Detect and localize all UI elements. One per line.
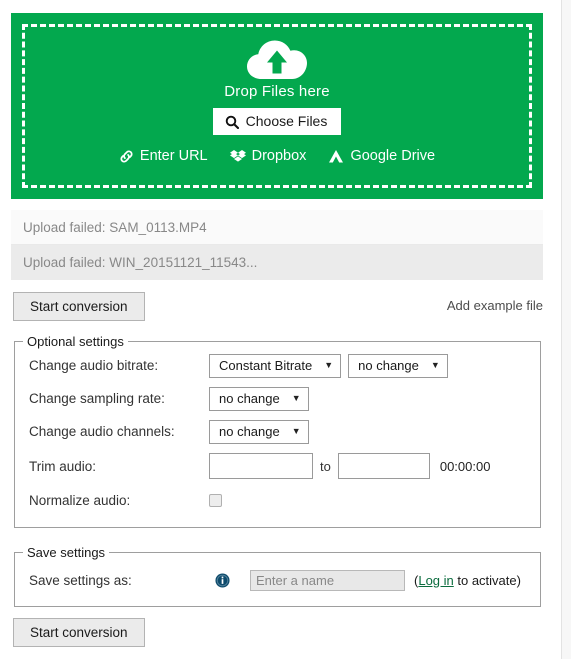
google-drive-icon (329, 149, 344, 163)
change-audio-bitrate-label: Change audio bitrate: (29, 358, 159, 373)
bitrate-mode-value: Constant Bitrate (219, 358, 313, 373)
optional-settings-panel: Optional settings Change audio bitrate: … (14, 334, 541, 528)
row-save-settings-as: Save settings as: (Log in to activate) (15, 560, 540, 600)
row-change-sampling-rate: Change sampling rate: no change ▼ (15, 382, 540, 415)
normalize-audio-label: Normalize audio: (29, 493, 131, 508)
row-trim-audio: Trim audio: to 00:00:00 (15, 448, 540, 484)
save-settings-legend: Save settings (27, 545, 106, 560)
change-audio-channels-label: Change audio channels: (29, 424, 175, 439)
save-settings-name-input[interactable] (250, 569, 405, 591)
row-normalize-audio: Normalize audio: (15, 484, 540, 517)
row-change-audio-channels: Change audio channels: no change ▼ (15, 415, 540, 448)
trim-duration-value: 00:00:00 (439, 458, 491, 474)
enter-url-label: Enter URL (139, 148, 208, 165)
search-icon (225, 115, 239, 129)
chevron-down-icon: ▼ (291, 393, 301, 403)
upload-row[interactable]: Upload failed: SAM_0113.MP4 (11, 210, 543, 245)
note-rest-text: to activate) (453, 572, 521, 588)
audio-channels-select[interactable]: no change ▼ (209, 419, 309, 444)
cloud-upload-icon (247, 40, 307, 79)
login-to-activate-note: (Log in to activate) (414, 573, 521, 588)
trim-separator-label: to (320, 458, 331, 474)
upload-status-text: Upload failed: SAM_0113.MP4 (23, 219, 207, 235)
row-change-audio-bitrate: Change audio bitrate: Constant Bitrate ▼… (15, 349, 540, 382)
start-conversion-button-bottom[interactable]: Start conversion (13, 618, 145, 647)
sampling-rate-value: no change (219, 391, 280, 406)
chevron-down-icon: ▼ (430, 360, 440, 370)
normalize-audio-checkbox[interactable] (209, 494, 222, 507)
log-in-link[interactable]: Log in (418, 573, 453, 588)
trim-audio-label: Trim audio: (29, 458, 97, 474)
info-icon[interactable] (215, 572, 230, 588)
file-dropzone[interactable]: Drop Files here Choose Files Enter URL D… (11, 13, 543, 199)
save-settings-panel: Save settings Save settings as: (Log in … (14, 545, 541, 607)
change-sampling-rate-label: Change sampling rate: (29, 391, 165, 406)
dropbox-link[interactable]: Dropbox (229, 148, 307, 165)
trim-start-input[interactable] (209, 453, 313, 479)
drop-files-label: Drop Files here (224, 83, 330, 100)
add-example-file-link[interactable]: Add example file (447, 298, 543, 313)
bitrate-value: no change (358, 358, 419, 373)
dropbox-label: Dropbox (251, 148, 307, 165)
enter-url-link[interactable]: Enter URL (119, 148, 208, 164)
upload-status-text: Upload failed: WIN_20151121_11543... (23, 255, 258, 270)
chevron-down-icon: ▼ (324, 360, 334, 370)
upload-sources: Enter URL Dropbox Google Drive (119, 148, 435, 164)
optional-settings-legend: Optional settings (27, 334, 124, 349)
page-right-edge (561, 0, 571, 659)
audio-channels-value: no change (219, 424, 280, 439)
bitrate-mode-select[interactable]: Constant Bitrate ▼ (209, 353, 342, 378)
sampling-rate-select[interactable]: no change ▼ (209, 386, 309, 411)
choose-files-button[interactable]: Choose Files (212, 108, 342, 136)
chevron-down-icon: ▼ (291, 426, 301, 436)
bitrate-value-select[interactable]: no change ▼ (348, 353, 448, 378)
choose-files-label: Choose Files (245, 113, 328, 129)
trim-end-input[interactable] (337, 453, 430, 479)
google-drive-label: Google Drive (350, 148, 436, 165)
upload-row[interactable]: Upload failed: WIN_20151121_11543... (11, 245, 543, 280)
save-settings-as-label: Save settings as: (29, 572, 132, 588)
start-conversion-button-top[interactable]: Start conversion (13, 292, 145, 321)
upload-status-list: Upload failed: SAM_0113.MP4 Upload faile… (11, 210, 543, 280)
link-icon (120, 150, 133, 163)
google-drive-link[interactable]: Google Drive (328, 148, 435, 164)
dropzone-dashed-area[interactable]: Drop Files here Choose Files Enter URL D… (22, 24, 532, 188)
dropbox-icon (229, 149, 246, 162)
